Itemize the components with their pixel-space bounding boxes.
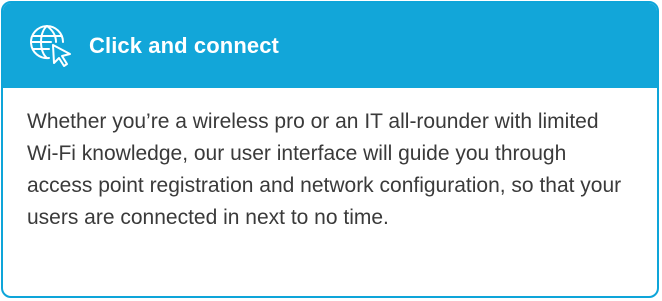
card-description: Whether you’re a wireless pro or an IT a… [27, 110, 622, 229]
feature-card: Click and connect Whether you’re a wirel… [1, 1, 659, 298]
globe-cursor-icon [27, 22, 75, 70]
card-header: Click and connect [3, 3, 657, 88]
card-title: Click and connect [89, 32, 279, 58]
